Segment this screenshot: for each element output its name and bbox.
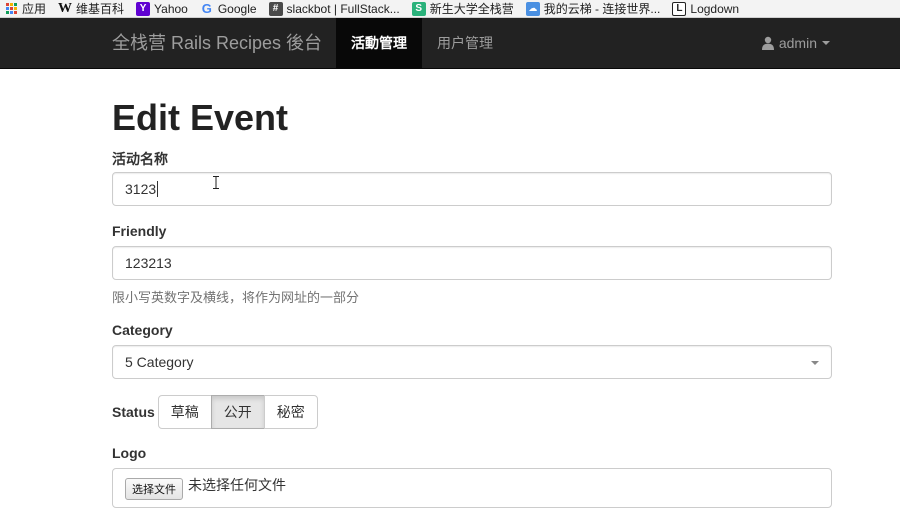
cloud-icon: ☁ xyxy=(525,1,540,16)
name-label: 活动名称 xyxy=(112,151,168,167)
friendly-input[interactable]: 123213 xyxy=(112,246,832,280)
file-status: 未选择任何文件 xyxy=(188,477,286,493)
brand-link[interactable]: 全栈营 Rails Recipes 後台 xyxy=(112,18,322,68)
category-selected-value: 5 Category xyxy=(125,354,194,370)
chevron-down-icon xyxy=(822,41,830,45)
logdown-icon: L xyxy=(672,1,687,16)
bookmarks-bar: 应用 W 维基百科 Y Yahoo G Google # slackbot | … xyxy=(0,0,900,18)
bookmark-label: 应用 xyxy=(22,2,47,16)
school-icon: S xyxy=(411,1,426,16)
hash-icon: # xyxy=(268,1,283,16)
status-button-group: 草稿 公开 秘密 xyxy=(157,395,318,429)
user-menu[interactable]: admin xyxy=(761,18,830,68)
chevron-down-icon xyxy=(811,361,819,365)
bookmark-logdown[interactable]: L Logdown xyxy=(672,1,740,16)
user-icon xyxy=(761,36,774,50)
wikipedia-icon: W xyxy=(58,0,73,16)
bookmark-label: Google xyxy=(217,1,257,16)
bookmark-label: 新生大学全栈营 xyxy=(429,2,514,16)
name-input[interactable]: 3123 xyxy=(112,172,832,206)
bookmark-label: Yahoo xyxy=(154,1,188,16)
google-icon: G xyxy=(201,1,212,16)
bookmark-school[interactable]: S 新生大学全栈营 xyxy=(411,0,514,17)
bookmark-wikipedia[interactable]: W 维基百科 xyxy=(58,0,124,17)
status-option-public[interactable]: 公开 xyxy=(210,395,265,429)
yahoo-icon: Y xyxy=(136,1,151,16)
choose-file-button[interactable]: 选择文件 xyxy=(125,478,183,500)
nav-item-events[interactable]: 活動管理 xyxy=(336,18,422,68)
bookmark-slackbot[interactable]: # slackbot | FullStack... xyxy=(268,1,400,16)
status-label: Status xyxy=(112,404,155,420)
status-option-draft[interactable]: 草稿 xyxy=(157,395,212,429)
logo-file-input: 选择文件 未选择任何文件 xyxy=(112,468,832,508)
apps-grid-icon xyxy=(4,2,18,16)
bookmark-apps[interactable]: 应用 xyxy=(4,0,46,17)
text-cursor xyxy=(157,181,159,197)
page-title: Edit Event xyxy=(112,97,289,138)
bookmark-label: Logdown xyxy=(690,1,740,16)
bookmark-label: 我的云梯 - 连接世界... xyxy=(543,2,661,16)
category-select[interactable]: 5 Category xyxy=(112,345,832,379)
friendly-label: Friendly xyxy=(112,223,167,239)
friendly-help-text: 限小写英数字及横线，将作为网址的一部分 xyxy=(112,290,360,305)
nav-item-users[interactable]: 用户管理 xyxy=(422,18,508,68)
status-option-secret[interactable]: 秘密 xyxy=(263,395,318,429)
bookmark-label: slackbot | FullStack... xyxy=(286,1,400,16)
bookmark-label: 维基百科 xyxy=(76,2,125,16)
user-name: admin xyxy=(778,35,817,51)
status-row: Status 草稿 公开 秘密 xyxy=(112,395,318,429)
bookmark-cloud[interactable]: ☁ 我的云梯 - 连接世界... xyxy=(525,0,661,17)
friendly-input-value: 123213 xyxy=(125,255,172,271)
category-label: Category xyxy=(112,322,173,338)
top-navbar: 全栈营 Rails Recipes 後台 活動管理 用户管理 admin xyxy=(0,18,900,69)
bookmark-yahoo[interactable]: Y Yahoo xyxy=(136,1,188,16)
mouse-ibeam-cursor-icon xyxy=(213,176,219,189)
logo-label: Logo xyxy=(112,445,147,461)
bookmark-google[interactable]: G Google xyxy=(200,1,257,16)
name-input-value: 3123 xyxy=(125,181,157,197)
